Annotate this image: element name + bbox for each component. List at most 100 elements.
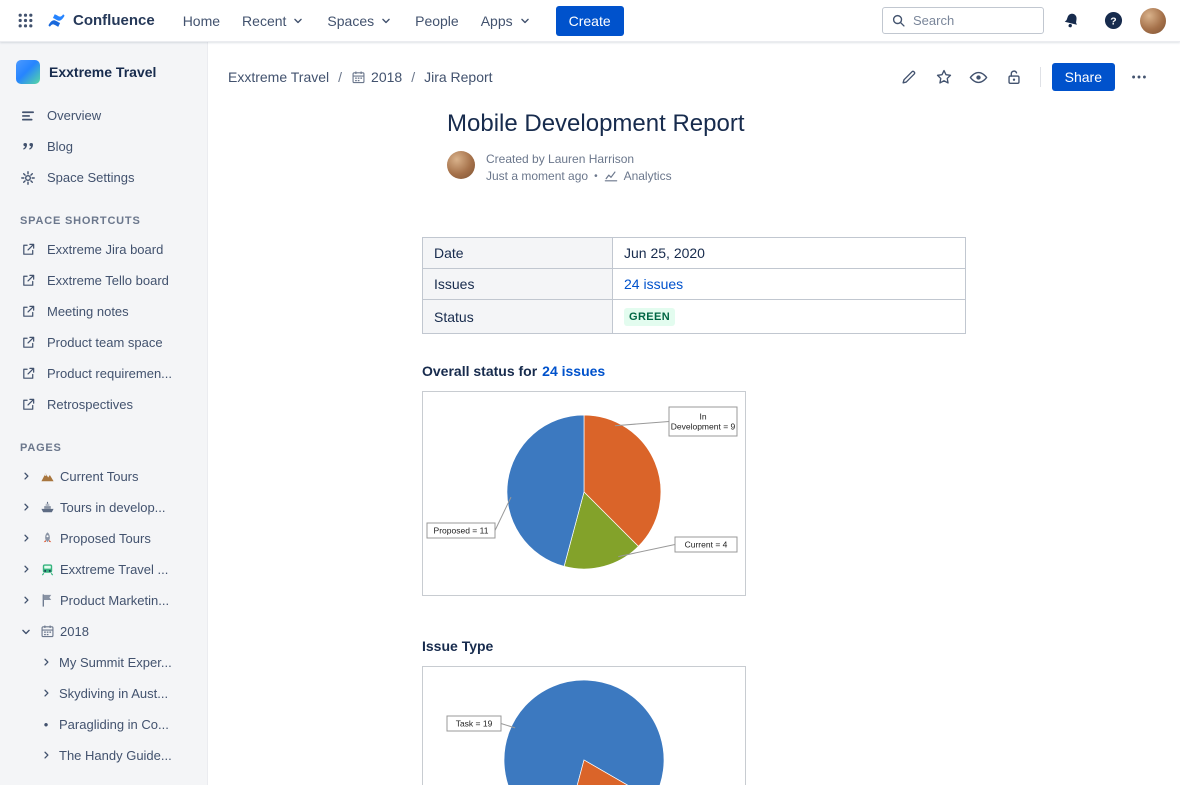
breadcrumb-separator: / — [411, 69, 415, 85]
pages-tree: Current Tours Tours in develop... Proposed… — [16, 461, 199, 771]
table-row: StatusGREEN — [423, 300, 966, 334]
nav-item-spaces[interactable]: Spaces — [317, 6, 403, 36]
app-switcher-button[interactable] — [10, 6, 40, 36]
page-tree-item-product-marketin[interactable]: Product Marketin... — [16, 585, 199, 616]
watch-button[interactable] — [964, 62, 994, 92]
share-button[interactable]: Share — [1052, 63, 1115, 91]
page-tree-item-tours-in-develop[interactable]: Tours in develop... — [16, 492, 199, 523]
report-info-table: DateJun 25, 2020Issues24 issuesStatusGRE… — [422, 237, 966, 334]
nav-item-home[interactable]: Home — [173, 6, 230, 36]
svg-text:Current = 4: Current = 4 — [685, 540, 728, 550]
page-tree-item-2018[interactable]: 2018 — [16, 616, 199, 647]
analytics-link[interactable]: Analytics — [624, 169, 672, 183]
edit-button[interactable] — [894, 62, 924, 92]
page-tree-label: Proposed Tours — [60, 531, 151, 546]
sidebar-item-blog[interactable]: Blog — [16, 131, 199, 162]
confluence-brand-text: Confluence — [73, 12, 155, 29]
page-tree-label: Skydiving in Aust... — [59, 686, 168, 701]
row-value: GREEN — [613, 300, 966, 334]
help-icon: ? — [1104, 11, 1123, 30]
nav-item-recent[interactable]: Recent — [232, 6, 315, 36]
create-button[interactable]: Create — [556, 6, 624, 36]
more-button[interactable] — [1124, 62, 1154, 92]
nav-item-apps[interactable]: Apps — [471, 6, 542, 36]
nav-item-label: Apps — [481, 13, 513, 29]
gear-icon — [20, 170, 36, 186]
page-tree-item-skydiving-in-aust[interactable]: Skydiving in Aust... — [16, 678, 199, 709]
shortcut-exxtreme-tello-board[interactable]: Exxtreme Tello board — [16, 265, 199, 296]
mountain-icon — [39, 469, 55, 485]
created-by-text: Created by Lauren Harrison — [486, 152, 672, 166]
shortcut-label: Retrospectives — [47, 397, 133, 412]
chevron-right-icon[interactable] — [18, 531, 34, 547]
issues-link[interactable]: 24 issues — [624, 276, 683, 292]
row-label: Status — [423, 300, 613, 334]
space-shortcuts-heading: SPACE SHORTCUTS — [20, 215, 199, 227]
timestamp-text: Just a moment ago — [486, 169, 588, 183]
sidebar-item-label: Blog — [47, 139, 73, 154]
external-link-icon — [20, 242, 36, 258]
page-tree-label: Paragliding in Co... — [59, 717, 169, 732]
space-logo — [16, 60, 40, 84]
chevron-right-icon[interactable] — [38, 686, 54, 702]
sidebar-item-overview[interactable]: Overview — [16, 100, 199, 131]
star-icon — [935, 68, 953, 86]
search-input[interactable] — [913, 13, 1035, 28]
page-tree-item-paragliding-in-co[interactable]: •Paragliding in Co... — [16, 709, 199, 740]
shortcut-label: Meeting notes — [47, 304, 129, 319]
page-tree-item-exxtreme-travel[interactable]: Exxtreme Travel ... — [16, 554, 199, 585]
user-avatar[interactable] — [1140, 8, 1166, 34]
nav-item-label: Recent — [242, 13, 286, 29]
issue-type-pie-chart: Task = 19 — [422, 666, 746, 785]
overall-status-heading: Overall status for24 issues — [422, 363, 966, 379]
table-row: Issues24 issues — [423, 269, 966, 300]
page-content: Mobile Development Report Created by Lau… — [422, 110, 966, 785]
restrictions-button[interactable] — [999, 62, 1029, 92]
nav-item-people[interactable]: People — [405, 6, 469, 36]
divider — [1040, 67, 1041, 87]
issue-type-heading: Issue Type — [422, 638, 966, 654]
rocket-icon — [39, 531, 55, 547]
shortcut-label: Exxtreme Jira board — [47, 242, 163, 257]
pie-chart-svg: Task = 19 — [423, 667, 745, 785]
byline: Created by Lauren Harrison Just a moment… — [447, 151, 966, 183]
page-title: Mobile Development Report — [447, 110, 966, 138]
help-button[interactable]: ? — [1098, 6, 1128, 36]
confluence-logo-icon — [46, 10, 67, 31]
eye-icon — [969, 68, 988, 87]
shortcut-retrospectives[interactable]: Retrospectives — [16, 389, 199, 420]
breadcrumb-item-jira-report[interactable]: Jira Report — [424, 69, 492, 85]
page-tree-item-proposed-tours[interactable]: Proposed Tours — [16, 523, 199, 554]
page-tree-item-my-summit-exper[interactable]: My Summit Exper... — [16, 647, 199, 678]
sidebar-item-space-settings[interactable]: Space Settings — [16, 162, 199, 193]
shortcut-exxtreme-jira-board[interactable]: Exxtreme Jira board — [16, 234, 199, 265]
chevron-right-icon[interactable] — [38, 748, 54, 764]
external-link-icon — [20, 304, 36, 320]
pie-chart-svg: InDevelopment = 9Current = 4Proposed = 1… — [423, 392, 745, 595]
chevron-right-icon[interactable] — [18, 500, 34, 516]
ship-icon — [39, 500, 55, 516]
notifications-button[interactable] — [1056, 6, 1086, 36]
shortcut-meeting-notes[interactable]: Meeting notes — [16, 296, 199, 327]
breadcrumb-item-exxtreme-travel[interactable]: Exxtreme Travel — [228, 69, 329, 85]
breadcrumb-item-2018[interactable]: 2018 — [351, 69, 402, 85]
page-tree-item-current-tours[interactable]: Current Tours — [16, 461, 199, 492]
ellipsis-icon — [1130, 68, 1148, 86]
shortcut-product-requiremen[interactable]: Product requiremen... — [16, 358, 199, 389]
nav-item-label: Home — [183, 13, 220, 29]
chevron-down-icon[interactable] — [18, 624, 34, 640]
page-actions: Share — [894, 62, 1154, 92]
shortcut-product-team-space[interactable]: Product team space — [16, 327, 199, 358]
chevron-right-icon[interactable] — [18, 593, 34, 609]
favourite-button[interactable] — [929, 62, 959, 92]
issues-count-link[interactable]: 24 issues — [542, 363, 605, 379]
space-header[interactable]: Exxtreme Travel — [16, 60, 199, 84]
chevron-right-icon[interactable] — [38, 655, 54, 671]
page-tree-item-the-handy-guide[interactable]: The Handy Guide... — [16, 740, 199, 771]
search-box[interactable] — [882, 7, 1044, 34]
confluence-home-link[interactable]: Confluence — [42, 10, 165, 31]
author-avatar[interactable] — [447, 151, 475, 179]
page-tree-label: Current Tours — [60, 469, 139, 484]
chevron-right-icon[interactable] — [18, 469, 34, 485]
chevron-right-icon[interactable] — [18, 562, 34, 578]
